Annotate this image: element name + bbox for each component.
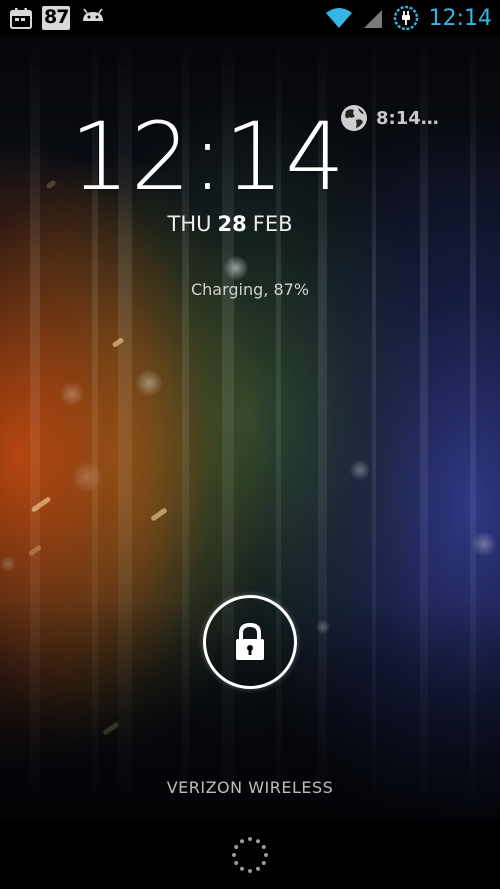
navigation-bar	[0, 820, 500, 889]
date-weekday: THU	[167, 212, 212, 236]
cell-signal-icon	[363, 7, 383, 29]
wifi-icon	[325, 7, 353, 29]
battery-status-text: Charging, 87%	[190, 280, 310, 299]
globe-icon	[340, 104, 368, 132]
date-day: 28	[217, 212, 247, 236]
carrier-label: VERIZON WIRELESS	[166, 778, 334, 797]
world-clock-time: 8:14…	[376, 107, 439, 129]
lockscreen-date: THU 28 FEB	[150, 210, 310, 238]
calendar-icon	[10, 7, 32, 29]
lockscreen-clock: 12:14	[70, 103, 346, 212]
world-clock-widget[interactable]: 8:14…	[340, 104, 439, 132]
unlock-ring[interactable]	[203, 595, 297, 689]
android-icon	[80, 7, 106, 29]
status-system-icons: 12:14	[325, 5, 492, 31]
loading-spinner-icon	[231, 836, 269, 874]
lock-icon	[233, 622, 267, 662]
date-month: FEB	[252, 212, 293, 236]
status-bar[interactable]: 87 12:14	[0, 0, 500, 36]
battery-charging-icon	[393, 5, 419, 31]
status-time: 12:14	[428, 5, 492, 31]
status-notification-icons: 87	[10, 6, 106, 30]
notification-count-badge: 87	[42, 6, 71, 30]
